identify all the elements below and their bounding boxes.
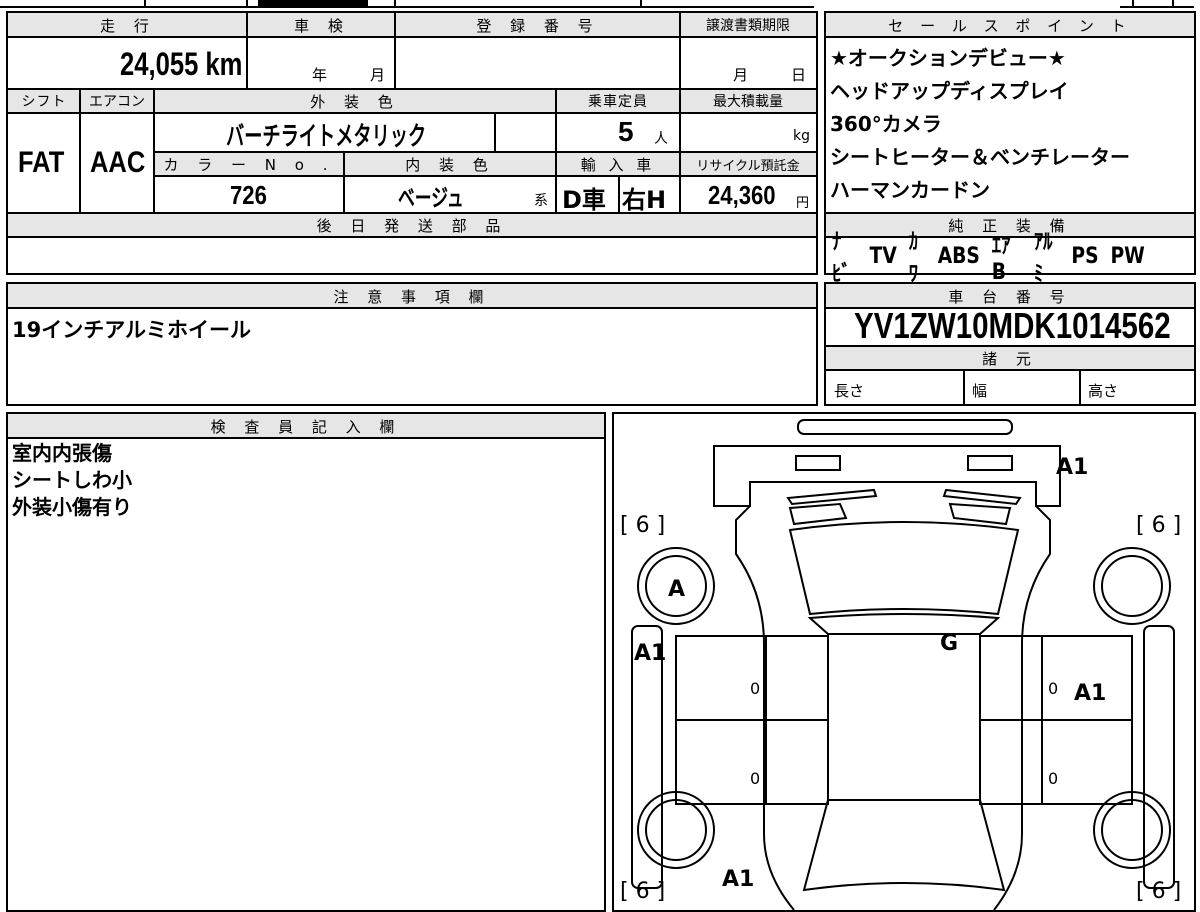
mark-left-front-door: A1: [634, 641, 666, 666]
deadline-month-label: 月: [733, 66, 749, 84]
mark-rear-right: A1: [1056, 455, 1088, 480]
chassis-number: YV1ZW10MDK1014562: [854, 305, 1171, 346]
equipment-item: ｱﾙﾐ: [1033, 230, 1053, 287]
inspection-year-label: 年: [312, 66, 328, 84]
inspection-month-label: 月: [370, 66, 386, 84]
sales-point: ハーマンカードン: [830, 178, 990, 202]
import-type-value: D車: [562, 186, 606, 214]
aircon-value: AAC: [90, 146, 146, 179]
car-diagram: [ 6 ] [ 6 ] [ 6 ] [ 6 ] A1 A A1 G A1 A1 …: [620, 419, 1181, 910]
equipment-item: ｶﾜ: [908, 230, 919, 287]
inspector-note: 室内内張傷: [12, 441, 112, 465]
mark-rear-left: A1: [722, 867, 754, 892]
car-diagram-panel: [ 6 ] [ 6 ] [ 6 ] [ 6 ] A1 A A1 G A1 A1 …: [612, 412, 1196, 912]
sales-point: シートヒーター＆ベンチレーター: [830, 145, 1130, 169]
tread-rear-left: [ 6 ]: [620, 879, 665, 904]
equipment-item: PS: [1071, 243, 1099, 269]
exterior-color-value: バーチライトメタリック: [226, 122, 427, 152]
sales-point: 360°カメラ: [830, 112, 942, 136]
top-strip-line: [0, 6, 814, 8]
notes-border: [6, 282, 818, 406]
equipment-item: PW: [1110, 243, 1145, 269]
shift-value: FAT: [18, 146, 65, 179]
equipment-item: ｴｱB: [991, 233, 1011, 285]
spec-height-label: 高さ: [1088, 382, 1119, 400]
capacity-unit: 人: [654, 131, 668, 147]
spec-width-label: 幅: [972, 382, 988, 400]
tread-front-right: [ 6 ]: [1136, 513, 1181, 538]
inspector-notes: 室内内張傷 シートしわ小 外装小傷有り: [12, 440, 132, 521]
door-left-rear-count: 0: [750, 769, 760, 788]
mark-roof: G: [940, 631, 958, 656]
mileage-value: 24,055 km: [120, 46, 243, 82]
sales-point: ★オークションデビュー★: [830, 46, 1066, 70]
sales-point: ヘッドアップディスプレイ: [830, 79, 1069, 103]
tread-front-left: [ 6 ]: [620, 513, 665, 538]
steering-value: 右H: [622, 186, 667, 214]
mark-wheel-front-left: A: [668, 577, 685, 602]
recycle-unit: 円: [796, 196, 810, 211]
capacity-value: 5: [618, 116, 634, 147]
notes-text: 19インチアルミホイール: [12, 318, 252, 342]
interior-color-value: ベージュ: [398, 184, 464, 212]
inspector-note: シートしわ小: [12, 468, 132, 492]
color-no-value: 726: [230, 180, 267, 210]
spec-length-label: 長さ: [834, 382, 865, 400]
deadline-day-label: 日: [791, 66, 807, 84]
inspector-note: 外装小傷有り: [12, 495, 132, 519]
interior-suffix: 系: [534, 193, 548, 209]
door-left-front-count: 0: [750, 679, 760, 698]
mark-right-front-door: A1: [1074, 681, 1106, 706]
equipment-item: TV: [869, 243, 897, 269]
door-right-front-count: 0: [1048, 679, 1058, 698]
equipment-item: ABS: [937, 243, 980, 269]
recycle-fee-value: 24,360: [708, 180, 776, 210]
equipment-list: ﾅﾋﾞ TV ｶﾜ ABS ｴｱB ｱﾙﾐ PS PW: [832, 230, 1145, 287]
door-right-rear-count: 0: [1048, 769, 1058, 788]
tread-rear-right: [ 6 ]: [1136, 879, 1181, 904]
max-load-unit: kg: [793, 128, 810, 144]
cutoff-text: [258, 0, 368, 6]
sales-points-list: ★オークションデビュー★ ヘッドアップディスプレイ 360°カメラ シートヒータ…: [830, 42, 1130, 207]
equipment-item: ﾅﾋﾞ: [832, 230, 851, 287]
